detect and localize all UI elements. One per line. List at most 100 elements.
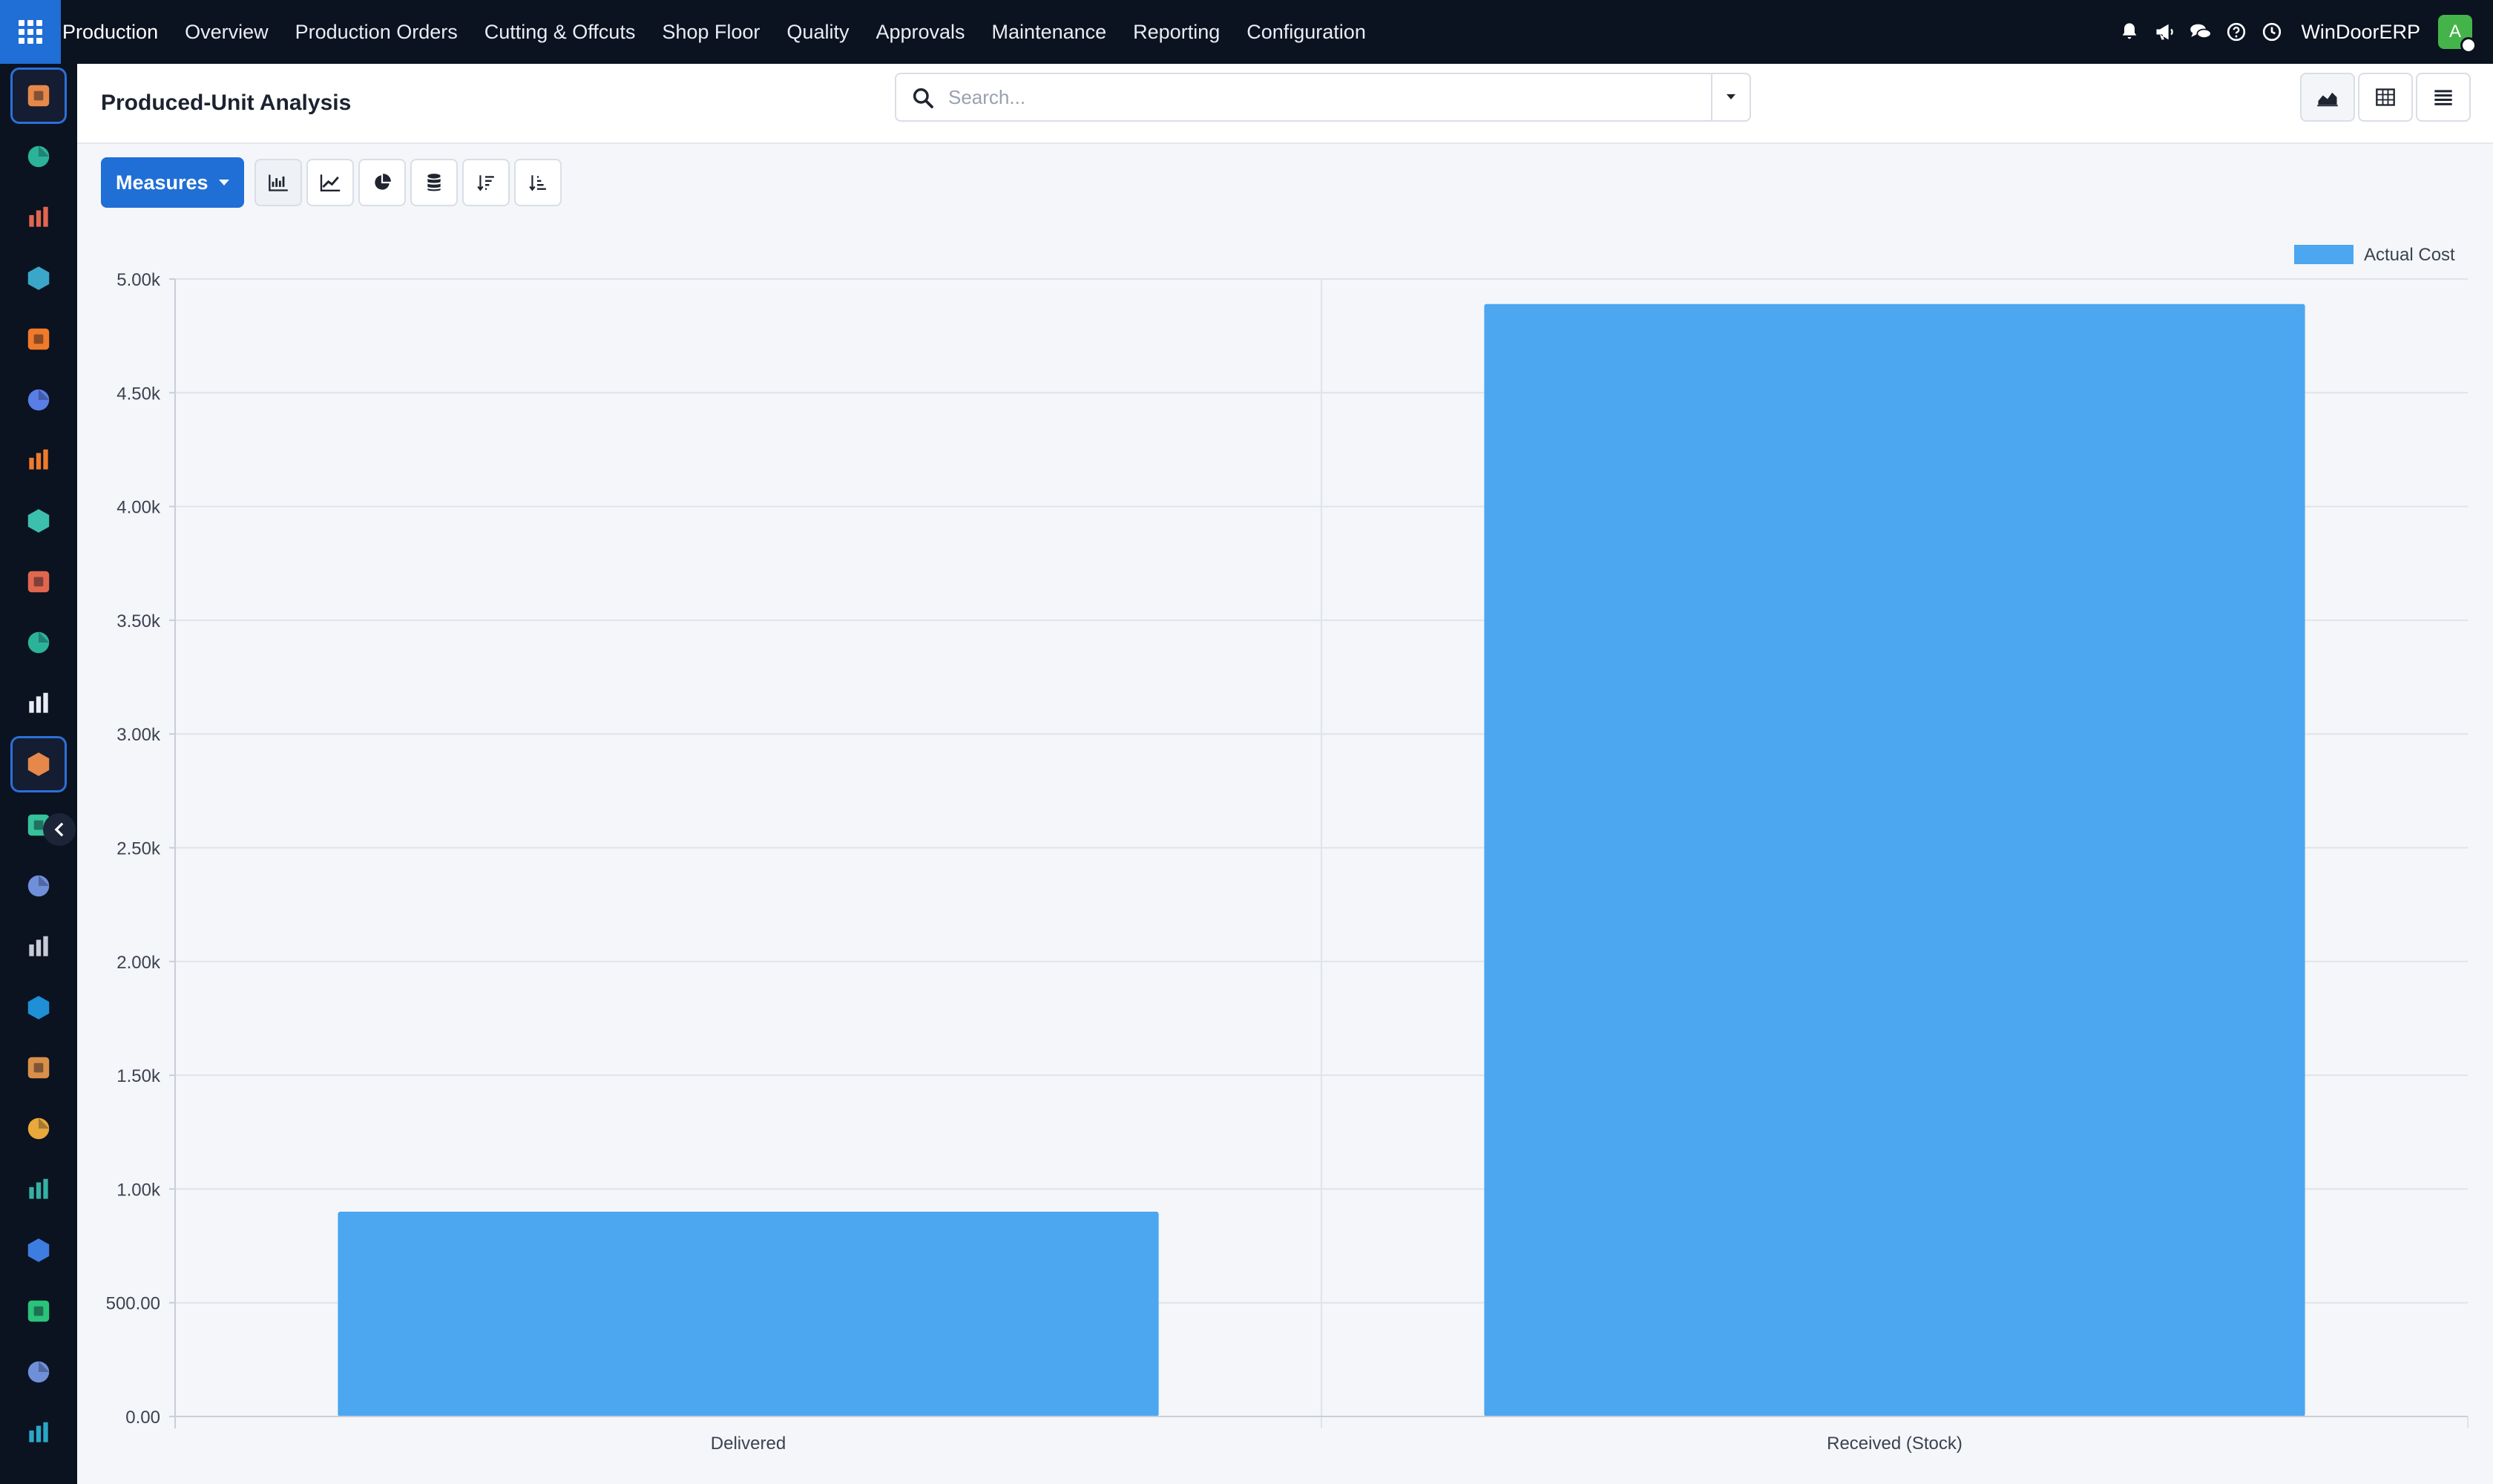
bell-icon[interactable] bbox=[2117, 19, 2142, 45]
legend-swatch bbox=[2294, 245, 2354, 264]
list-view-button[interactable] bbox=[2416, 73, 2471, 122]
sidebar-app-2[interactable] bbox=[10, 128, 67, 185]
bar-chart-icon bbox=[268, 174, 288, 191]
table-icon bbox=[2376, 88, 2395, 106]
app-name[interactable]: Production bbox=[62, 21, 158, 44]
y-tick-label: 500.00 bbox=[106, 1294, 160, 1314]
line-chart-icon bbox=[320, 174, 340, 191]
sidebar-app-17[interactable] bbox=[10, 1040, 67, 1096]
graph-toolbar: Measures bbox=[101, 157, 562, 208]
x-tick-label: Received (Stock) bbox=[1827, 1434, 1962, 1454]
sidebar-app-20[interactable] bbox=[10, 1222, 67, 1278]
megaphone-icon[interactable] bbox=[2152, 19, 2178, 45]
bar-2 bbox=[1484, 303, 2305, 1416]
sort-ascending-icon bbox=[528, 175, 546, 191]
menu-item-approvals[interactable]: Approvals bbox=[876, 21, 965, 44]
website-app-icon bbox=[29, 1422, 48, 1442]
page-title: Produced-Unit Analysis bbox=[101, 91, 352, 115]
y-tick-label: 4.50k bbox=[116, 384, 161, 404]
sidebar-app-22[interactable] bbox=[10, 1344, 67, 1400]
help-icon[interactable] bbox=[2224, 19, 2249, 45]
chat-icon[interactable] bbox=[2188, 19, 2213, 45]
menu-item-maintenance[interactable]: Maintenance bbox=[992, 21, 1107, 44]
sidebar-app-1[interactable] bbox=[10, 68, 67, 124]
legend-label: Actual Cost bbox=[2364, 245, 2455, 265]
sidebar-app-23[interactable] bbox=[10, 1405, 67, 1461]
search-input[interactable] bbox=[948, 80, 1690, 114]
bar-chart: 0.00 500.00 1.00k 1.50k 2.00k 2.50k 3.00k 3.50k… bbox=[106, 245, 2469, 1454]
graph-view-button[interactable] bbox=[2300, 73, 2355, 122]
pivot-view-button[interactable] bbox=[2358, 73, 2413, 122]
company-name[interactable]: WinDoorERP bbox=[2301, 21, 2420, 44]
caret-down-icon bbox=[218, 180, 229, 186]
user-avatar[interactable]: A bbox=[2438, 15, 2477, 53]
search-icon bbox=[913, 88, 933, 108]
sidebar-app-6[interactable] bbox=[10, 372, 67, 428]
packaging-app-icon bbox=[29, 936, 48, 956]
view-switcher bbox=[2297, 73, 2471, 122]
database-stack-icon bbox=[427, 174, 441, 191]
employees-app-icon bbox=[27, 631, 50, 654]
sidebar-app-8[interactable] bbox=[10, 493, 67, 549]
pie-chart-button[interactable] bbox=[358, 159, 406, 206]
invoicing-app-icon bbox=[27, 995, 50, 1020]
sort-descending-button[interactable] bbox=[462, 159, 510, 206]
knowledge-app-icon bbox=[27, 875, 50, 896]
whatsapp-app-icon bbox=[27, 1300, 50, 1322]
sort-ascending-button[interactable] bbox=[513, 159, 562, 206]
sidebar-collapse-button[interactable] bbox=[43, 813, 76, 846]
menu-item-reporting[interactable]: Reporting bbox=[1133, 21, 1220, 44]
measures-dropdown-button[interactable]: Measures bbox=[101, 157, 244, 208]
sidebar-app-9[interactable] bbox=[10, 554, 67, 610]
y-tick-label: 3.00k bbox=[116, 725, 161, 745]
product-app-icon bbox=[29, 692, 48, 713]
menu-item-quality[interactable]: Quality bbox=[786, 21, 849, 44]
line-chart-button[interactable] bbox=[306, 159, 354, 206]
inventory-app-icon bbox=[27, 509, 50, 533]
app-sidebar bbox=[0, 64, 77, 1484]
apps-menu-button[interactable] bbox=[0, 0, 61, 64]
sort-descending-icon bbox=[476, 175, 494, 191]
sidebar-app-7[interactable] bbox=[10, 432, 67, 488]
x-tick-label: Delivered bbox=[711, 1434, 786, 1454]
search-options-toggle[interactable] bbox=[1711, 74, 1750, 120]
area-chart-icon bbox=[2317, 92, 2338, 107]
control-panel: Produced-Unit Analysis bbox=[77, 64, 2493, 144]
menu-item-shop-floor[interactable]: Shop Floor bbox=[662, 21, 760, 44]
menu-item-overview[interactable]: Overview bbox=[185, 21, 269, 44]
sidebar-app-19[interactable] bbox=[10, 1161, 67, 1218]
menu-item-production-orders[interactable]: Production Orders bbox=[295, 21, 458, 44]
pie-chart-icon bbox=[374, 174, 391, 190]
bar-chart-button[interactable] bbox=[254, 159, 302, 206]
presence-status-dot bbox=[2460, 37, 2477, 53]
manufacturing-app-icon bbox=[27, 752, 50, 776]
sales-app-icon bbox=[29, 206, 48, 227]
clock-icon[interactable] bbox=[2259, 19, 2285, 45]
reporting-app-icon bbox=[27, 571, 50, 593]
sidebar-app-5[interactable] bbox=[10, 311, 67, 367]
sidebar-app-14[interactable] bbox=[10, 858, 67, 914]
sidebar-app-18[interactable] bbox=[10, 1100, 67, 1157]
y-tick-label: 2.50k bbox=[116, 839, 161, 859]
search-bar bbox=[895, 73, 1751, 122]
sidebar-app-15[interactable] bbox=[10, 919, 67, 975]
team-app-icon bbox=[27, 1057, 50, 1079]
stacked-button[interactable] bbox=[410, 159, 458, 206]
y-tick-label: 2.00k bbox=[116, 953, 161, 973]
sidebar-app-4[interactable] bbox=[10, 250, 67, 306]
sidebar-app-11[interactable] bbox=[10, 675, 67, 732]
menu-item-cutting-offcuts[interactable]: Cutting & Offcuts bbox=[485, 21, 636, 44]
top-navbar: Production Overview Production Orders Cu… bbox=[0, 0, 2493, 64]
chat-app-icon bbox=[29, 450, 48, 470]
main-menu: Production Overview Production Orders Cu… bbox=[61, 0, 1393, 64]
sidebar-app-12[interactable] bbox=[10, 735, 67, 792]
y-tick-label: 4.00k bbox=[116, 498, 161, 518]
sidebar-app-10[interactable] bbox=[10, 614, 67, 671]
measures-label: Measures bbox=[116, 171, 208, 194]
sidebar-app-21[interactable] bbox=[10, 1283, 67, 1339]
sidebar-app-16[interactable] bbox=[10, 979, 67, 1036]
widgets-app-icon bbox=[27, 1238, 50, 1262]
menu-item-configuration[interactable]: Configuration bbox=[1246, 21, 1366, 44]
caret-down-icon bbox=[1727, 94, 1735, 99]
sidebar-app-3[interactable] bbox=[10, 189, 67, 246]
